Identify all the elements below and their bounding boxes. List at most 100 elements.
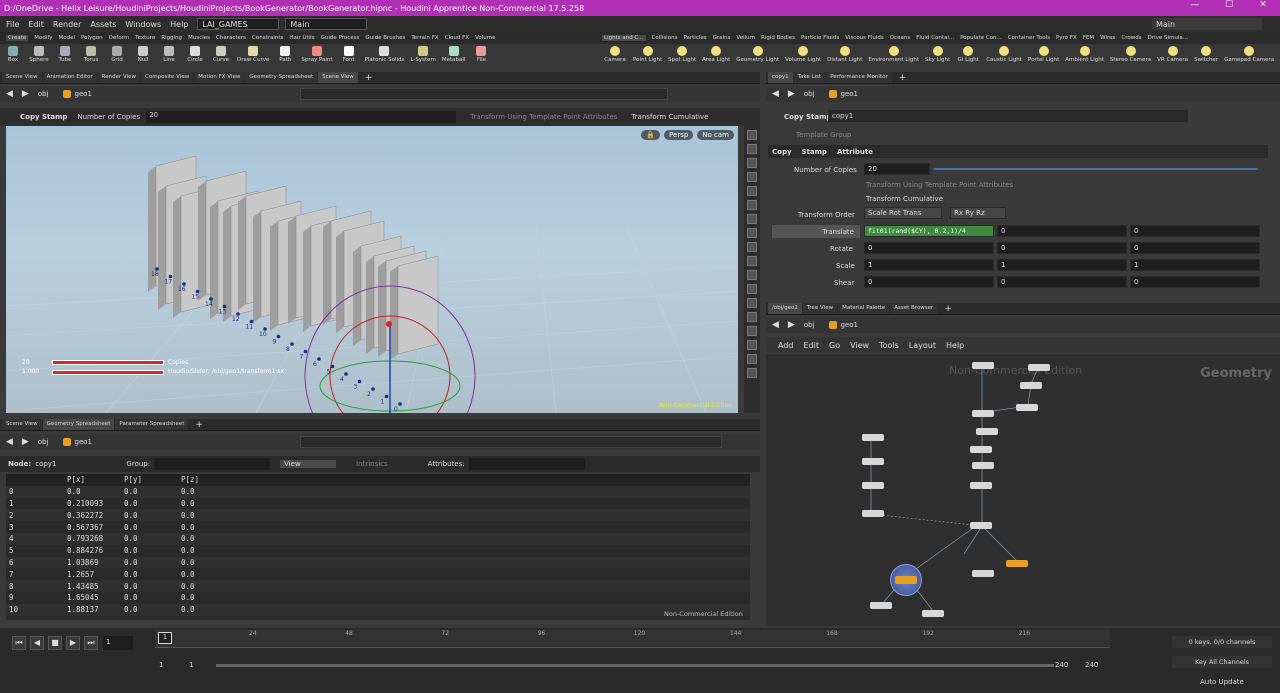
add-tab-icon-3[interactable]: + [899,73,907,83]
tool-3[interactable]: Torus [81,44,101,71]
shelf-tab-0[interactable]: Create [6,35,29,41]
translate-x-field[interactable]: fit01(rand($CY), 0.2,1)/4 [864,225,994,237]
shelf-tab2-14[interactable]: Wires [1100,35,1115,41]
tool-4[interactable]: Grid [107,44,127,71]
viewport-tool-icon-15[interactable] [747,340,757,350]
tab-geometry-spreadsheet[interactable]: Geometry Spreadsheet [245,72,318,83]
viewport-tool-icon-17[interactable] [747,368,757,378]
tool2-15[interactable]: Switcher [1194,44,1218,71]
tool2-6[interactable]: Distant Light [827,44,862,71]
template-attr-toggle[interactable]: Transform Using Template Point Attribute… [470,113,617,121]
tool-15[interactable]: Metaball [442,44,465,71]
column-header-2[interactable]: P[y] [121,475,178,484]
desktop-select[interactable]: LAI_GAMES [197,18,280,30]
shelf-tab2-5[interactable]: Rigid Bodies [761,35,795,41]
tool2-12[interactable]: Ambient Light [1065,44,1104,71]
path-obj[interactable]: obj [38,90,49,98]
tool-6[interactable]: Line [159,44,179,71]
viewport-tool-icon-5[interactable] [747,200,757,210]
minimize-icon[interactable]: — [1178,0,1212,10]
network-node[interactable] [1016,404,1038,411]
tool-8[interactable]: Curve [211,44,231,71]
subtab-attribute[interactable]: Attribute [837,148,873,156]
rotate-order-menu[interactable]: Rx Ry Rz [950,207,1006,219]
network-node[interactable] [862,434,884,441]
net-menu-layout[interactable]: Layout [909,341,936,350]
tool2-16[interactable]: Gamepad Camera [1224,44,1274,71]
shelf-tab2-12[interactable]: Pyro FX [1056,35,1077,41]
viewport-tool-icon-7[interactable] [747,228,757,238]
tab-network[interactable]: /obj/geo1 [768,303,802,314]
tool2-11[interactable]: Portal Light [1028,44,1059,71]
play-reverse-icon[interactable]: ◀ [30,636,44,650]
tool-7[interactable]: Circle [185,44,205,71]
tool2-14[interactable]: VR Camera [1157,44,1188,71]
menu-file[interactable]: File [6,20,19,29]
tool-0[interactable]: Box [3,44,23,71]
shear-x-field[interactable]: 0 [864,276,994,288]
tool2-5[interactable]: Volume Light [785,44,821,71]
tab-motion-fx-view[interactable]: Motion FX View [194,72,245,83]
network-editor[interactable]: Non-Commercial Edition Geometry [766,354,1280,626]
rotate-z-field[interactable]: 0 [1130,242,1260,254]
3d-viewport[interactable]: 18 17 16 15 14 13 12 11 10 9 8 7 6 5 4 3 2 1 0 🔒 Persp No … [6,126,738,413]
network-node[interactable] [1020,382,1042,389]
network-node[interactable] [1028,364,1050,371]
range-end[interactable]: 240 [1055,661,1068,669]
tool2-0[interactable]: Camera [603,44,627,71]
tool-10[interactable]: Path [275,44,295,71]
add-tab-icon-2[interactable]: + [195,420,203,430]
last-frame-icon[interactable]: ⏭ [84,636,98,650]
stop-icon[interactable]: ■ [48,636,62,650]
viewport-tool-icon-14[interactable] [747,326,757,336]
play-icon[interactable]: ▶ [66,636,80,650]
shear-y-field[interactable]: 0 [997,276,1127,288]
num-copies-field[interactable]: 20 [864,163,930,175]
tool2-8[interactable]: Sky Light [925,44,950,71]
net-menu-tools[interactable]: Tools [879,341,899,350]
tool-9[interactable]: Draw Curve [237,44,269,71]
tab-take-list[interactable]: Take List [793,72,826,83]
close-icon[interactable]: ✕ [1246,0,1280,10]
path-field[interactable] [300,88,668,100]
net-menu-go[interactable]: Go [829,341,840,350]
column-header-3[interactable]: P[z] [178,475,238,484]
table-row[interactable]: 3 0.567367 0.0 0.0 [6,521,750,533]
tab-geometry-spreadsheet-2[interactable]: Geometry Spreadsheet [42,419,115,430]
persp-menu[interactable]: Persp [664,130,694,140]
viewport-tool-icon-2[interactable] [747,158,757,168]
view-menu[interactable]: View [280,460,337,468]
path-obj-3[interactable]: obj [804,90,815,98]
shelf-tab2-1[interactable]: Collisions [652,35,678,41]
tool-16[interactable]: File [471,44,491,71]
range-start[interactable]: 1 [159,661,163,669]
path-geo1-3[interactable]: geo1 [828,90,858,98]
shelf-tab2-10[interactable]: Populate Con... [960,35,1002,41]
range-start-2[interactable]: 1 [189,661,193,669]
network-node[interactable] [862,510,884,517]
tool-2[interactable]: Tube [55,44,75,71]
frame-field[interactable]: 1 [103,636,133,650]
scale-z-field[interactable]: 1 [1130,259,1260,271]
maximize-icon[interactable]: ☐ [1212,0,1246,10]
tool-5[interactable]: Null [133,44,153,71]
shelf-tab-1[interactable]: Modify [34,35,52,41]
lock-icon[interactable]: 🔒 [641,130,661,140]
tool-12[interactable]: Font [339,44,359,71]
viewport-tool-icon-16[interactable] [747,354,757,364]
tool-13[interactable]: Platonic Solids [365,44,404,71]
shelf-tab-6[interactable]: Rigging [161,35,182,41]
net-menu-add[interactable]: Add [778,341,794,350]
menu-assets[interactable]: Assets [90,20,116,29]
path-obj-4[interactable]: obj [804,321,815,329]
path-obj-2[interactable]: obj [38,438,49,446]
first-frame-icon[interactable]: ⏮ [12,636,26,650]
viewport-tool-icon-3[interactable] [747,172,757,182]
table-row[interactable]: 9 1.65045 0.0 0.0 [6,592,750,604]
range-end-2[interactable]: 240 [1085,661,1098,669]
shelf-tab-13[interactable]: Terrain FX [411,35,438,41]
subtab-stamp[interactable]: Stamp [802,148,827,156]
table-row[interactable]: 8 1.43485 0.0 0.0 [6,580,750,592]
translate-z-field[interactable]: 0 [1130,225,1260,237]
scale-x-field[interactable]: 1 [864,259,994,271]
